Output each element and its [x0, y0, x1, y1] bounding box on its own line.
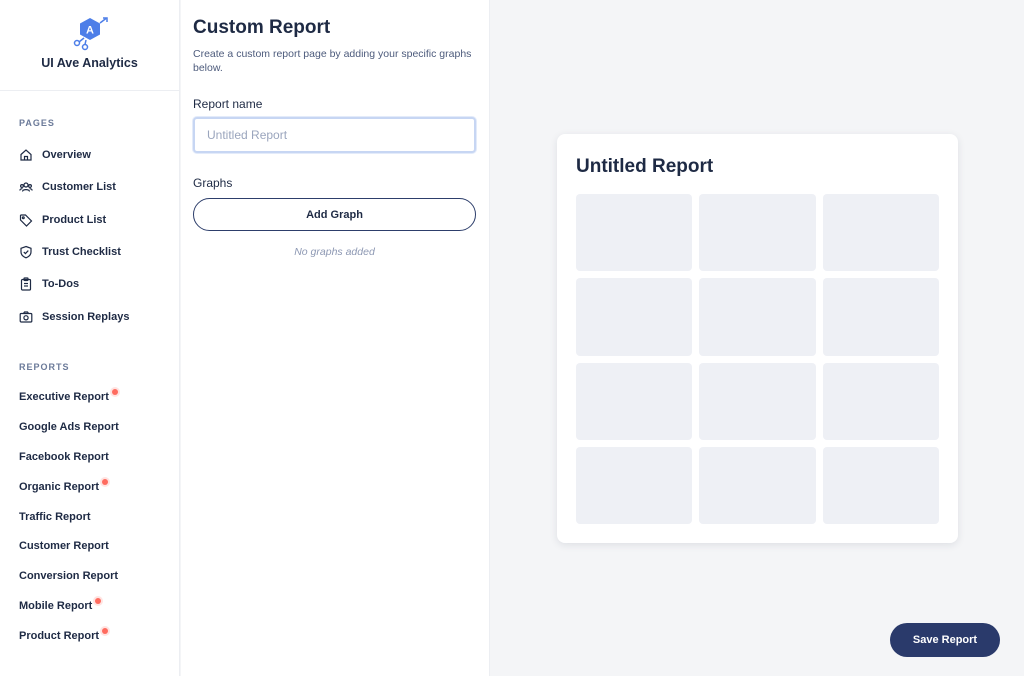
- sidebar-item-label: Facebook Report: [19, 450, 109, 463]
- users-icon: [19, 180, 33, 194]
- sidebar-item-organic-report[interactable]: Organic Report: [19, 472, 174, 502]
- report-name-label: Report name: [193, 97, 263, 111]
- clipboard-icon: [19, 277, 33, 291]
- sidebar-item-customer-list[interactable]: Customer List: [19, 171, 169, 203]
- logo-letter: A: [86, 25, 94, 37]
- logo-icon: A: [73, 17, 108, 51]
- sidebar-item-facebook-report[interactable]: Facebook Report: [19, 442, 174, 472]
- camera-icon: [19, 310, 33, 324]
- notification-dot: [102, 478, 109, 485]
- sidebar-item-traffic-report[interactable]: Traffic Report: [19, 502, 174, 532]
- sidebar-item-label: Executive Report: [19, 390, 109, 403]
- notification-dot: [111, 388, 118, 395]
- notification-dot: [95, 598, 102, 605]
- graph-placeholder: [699, 362, 816, 440]
- page-title: Custom Report: [193, 17, 331, 38]
- empty-graphs-note: No graphs added: [294, 246, 375, 258]
- report-name-input[interactable]: [193, 117, 476, 153]
- sidebar-item-executive-report[interactable]: Executive Report: [19, 382, 174, 412]
- sidebar-item-label: Overview: [42, 149, 91, 162]
- preview-title: Untitled Report: [576, 156, 714, 177]
- reports-section-label: REPORTS: [19, 362, 70, 372]
- sidebar-item-label: Organic Report: [19, 480, 100, 493]
- graph-placeholder: [576, 194, 693, 272]
- add-graph-button[interactable]: Add Graph: [193, 198, 476, 231]
- sidebar-item-label: Customer Report: [19, 540, 109, 553]
- brand[interactable]: A UI Ave Analytics: [0, 0, 179, 91]
- pages-nav: Overview Customer List Product List Trus…: [19, 139, 169, 333]
- sidebar-item-label: Conversion Report: [19, 570, 119, 583]
- sidebar-item-product-list[interactable]: Product List: [19, 204, 169, 236]
- sidebar-item-label: Traffic Report: [19, 510, 91, 523]
- sidebar-item-label: Session Replays: [42, 310, 130, 323]
- custom-report-form: Custom Report Create a custom report pag…: [181, 0, 490, 676]
- graph-placeholder: [822, 362, 939, 440]
- notification-dot: [102, 628, 109, 635]
- sidebar-item-product-report[interactable]: Product Report: [19, 621, 174, 651]
- sidebar-item-label: Product Report: [19, 630, 100, 643]
- sidebar-item-trust-checklist[interactable]: Trust Checklist: [19, 236, 169, 268]
- graph-placeholder: [699, 446, 816, 524]
- sidebar-item-to-dos[interactable]: To-Dos: [19, 268, 169, 300]
- graph-placeholder: [822, 194, 939, 272]
- brand-name: UI Ave Analytics: [41, 56, 138, 70]
- sidebar-item-label: Trust Checklist: [42, 246, 121, 259]
- page-description: Create a custom report page by adding yo…: [193, 48, 472, 74]
- sidebar-item-session-replays[interactable]: Session Replays: [19, 300, 169, 332]
- tag-icon: [19, 213, 33, 227]
- preview-grid: [576, 194, 939, 524]
- reports-nav: Executive Report Google Ads Report Faceb…: [19, 382, 174, 651]
- graph-placeholder: [576, 362, 693, 440]
- graph-placeholder: [822, 278, 939, 356]
- save-report-button[interactable]: Save Report: [890, 623, 1000, 657]
- sidebar-item-label: To-Dos: [42, 278, 80, 291]
- sidebar-item-label: Customer List: [42, 181, 116, 194]
- sidebar-item-google-ads-report[interactable]: Google Ads Report: [19, 412, 174, 442]
- graph-placeholder: [699, 194, 816, 272]
- report-preview-card: Untitled Report: [557, 134, 958, 543]
- sidebar-item-label: Google Ads Report: [19, 420, 119, 433]
- sidebar-item-label: Mobile Report: [19, 600, 93, 613]
- sidebar-item-mobile-report[interactable]: Mobile Report: [19, 591, 174, 621]
- sidebar-item-overview[interactable]: Overview: [19, 139, 169, 171]
- sidebar: A UI Ave Analytics PAGES Overview Custom…: [0, 0, 180, 676]
- sidebar-item-customer-report[interactable]: Customer Report: [19, 531, 174, 561]
- graph-placeholder: [822, 446, 939, 524]
- graph-placeholder: [699, 278, 816, 356]
- graph-placeholder: [576, 278, 693, 356]
- home-icon: [19, 148, 33, 162]
- graph-placeholder: [576, 446, 693, 524]
- pages-section-label: PAGES: [19, 118, 55, 128]
- shield-icon: [19, 245, 33, 259]
- graphs-label: Graphs: [193, 176, 233, 190]
- sidebar-item-conversion-report[interactable]: Conversion Report: [19, 561, 174, 591]
- sidebar-item-label: Product List: [42, 213, 107, 226]
